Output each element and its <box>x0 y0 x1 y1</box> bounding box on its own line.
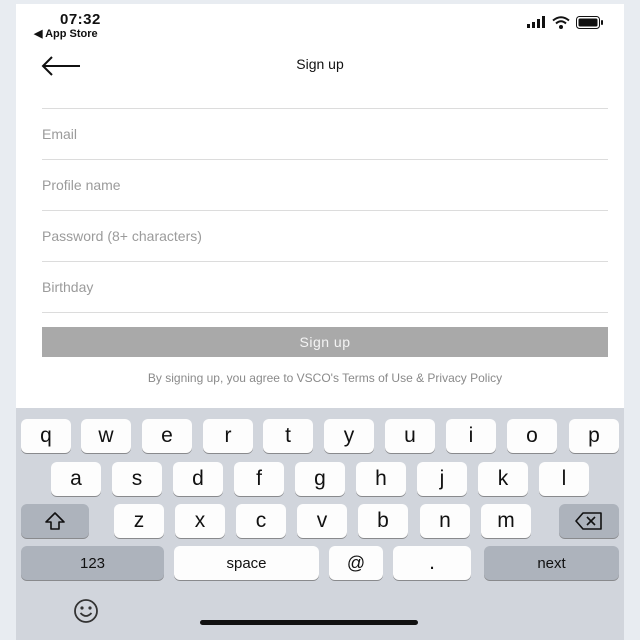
numbers-key[interactable]: 123 <box>21 546 164 580</box>
birthday-field[interactable] <box>42 274 608 300</box>
key-q[interactable]: q <box>21 419 71 453</box>
password-field[interactable] <box>42 223 608 249</box>
key-x[interactable]: x <box>175 504 225 538</box>
backspace-key[interactable] <box>559 504 619 538</box>
dot-key[interactable]: . <box>393 546 471 580</box>
password-field-row <box>42 210 608 261</box>
at-key[interactable]: @ <box>329 546 383 580</box>
emoji-icon[interactable] <box>72 597 100 625</box>
signal-icon <box>527 16 545 28</box>
key-m[interactable]: m <box>481 504 531 538</box>
key-f[interactable]: f <box>234 462 284 496</box>
home-indicator <box>200 620 418 625</box>
key-r[interactable]: r <box>203 419 253 453</box>
key-p[interactable]: p <box>569 419 619 453</box>
key-s[interactable]: s <box>112 462 162 496</box>
key-v[interactable]: v <box>297 504 347 538</box>
profile-name-field[interactable] <box>42 172 608 198</box>
signup-form <box>42 108 608 313</box>
space-key[interactable]: space <box>174 546 319 580</box>
email-field-row <box>42 108 608 159</box>
terms-text: By signing up, you agree to VSCO's Terms… <box>147 371 503 385</box>
key-l[interactable]: l <box>539 462 589 496</box>
key-c[interactable]: c <box>236 504 286 538</box>
profile-name-field-row <box>42 159 608 210</box>
key-b[interactable]: b <box>358 504 408 538</box>
key-y[interactable]: y <box>324 419 374 453</box>
status-icons <box>526 14 604 30</box>
key-e[interactable]: e <box>142 419 192 453</box>
status-time: 07:32 <box>60 11 101 28</box>
key-t[interactable]: t <box>263 419 313 453</box>
keyboard: q w e r t y u i o p a s d f g h j k l z … <box>16 408 624 640</box>
wifi-icon <box>552 15 570 29</box>
key-h[interactable]: h <box>356 462 406 496</box>
phone-screen: 07:32 ◀ App Store Sign up Email Profile … <box>16 4 624 640</box>
email-field[interactable] <box>42 121 608 147</box>
key-j[interactable]: j <box>417 462 467 496</box>
backspace-icon <box>575 512 602 530</box>
next-key[interactable]: next <box>484 546 619 580</box>
shift-icon <box>45 512 65 530</box>
key-g[interactable]: g <box>295 462 345 496</box>
key-n[interactable]: n <box>420 504 470 538</box>
key-i[interactable]: i <box>446 419 496 453</box>
nav-bar: Sign up <box>16 44 624 88</box>
key-w[interactable]: w <box>81 419 131 453</box>
key-d[interactable]: d <box>173 462 223 496</box>
key-a[interactable]: a <box>51 462 101 496</box>
birthday-field-row <box>42 261 608 313</box>
shift-key[interactable] <box>21 504 89 538</box>
back-to-app-link[interactable]: ◀ App Store <box>34 27 98 40</box>
key-u[interactable]: u <box>385 419 435 453</box>
key-z[interactable]: z <box>114 504 164 538</box>
battery-icon <box>576 15 603 29</box>
status-bar: 07:32 ◀ App Store <box>16 4 624 44</box>
page-title: Sign up <box>296 56 344 72</box>
sign-up-button[interactable]: Sign up <box>42 327 608 357</box>
key-o[interactable]: o <box>507 419 557 453</box>
key-k[interactable]: k <box>478 462 528 496</box>
